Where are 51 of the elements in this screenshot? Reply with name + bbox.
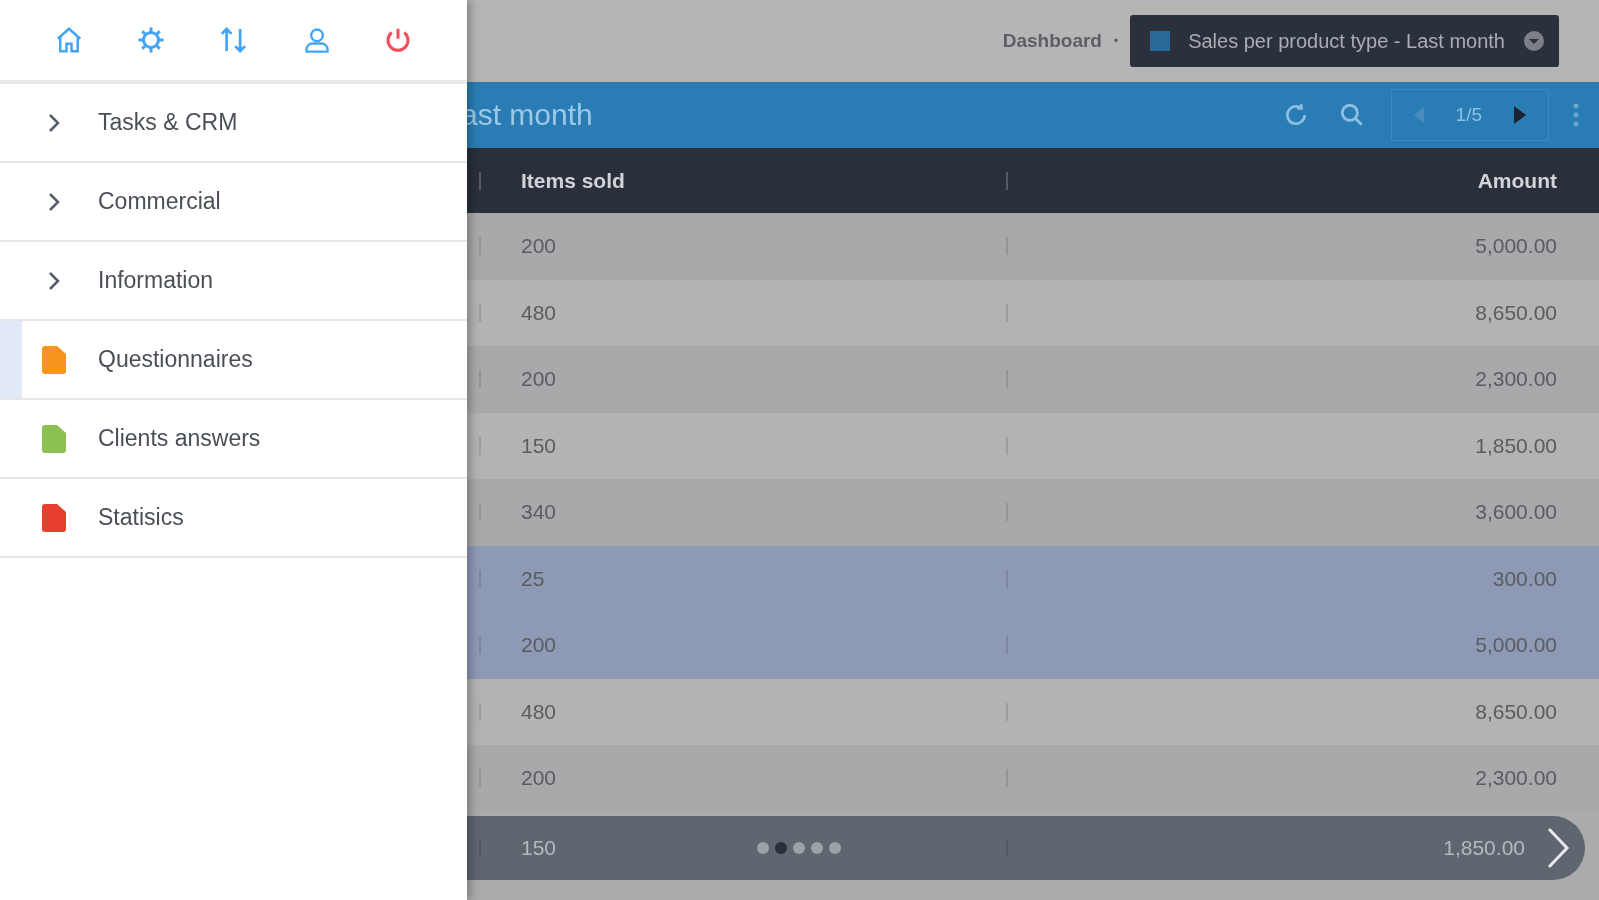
menu-item[interactable]: Questionnaires bbox=[0, 321, 467, 400]
table-cell: 1,850.00 bbox=[1475, 433, 1557, 457]
table-row[interactable]: 150 1,850.00 bbox=[467, 412, 1599, 479]
table-cell: 150 bbox=[521, 835, 557, 859]
dashboard-select[interactable]: Sales per product type - Last month bbox=[1130, 15, 1559, 67]
table-cell: 150 bbox=[521, 433, 557, 457]
user-icon[interactable] bbox=[302, 25, 331, 55]
pager-dot[interactable] bbox=[775, 841, 787, 854]
menu-item[interactable]: Clients answers bbox=[0, 400, 467, 479]
table-cell: 300.00 bbox=[1492, 566, 1557, 590]
table-cell: 5,000.00 bbox=[1475, 633, 1557, 657]
pager-dot[interactable] bbox=[793, 841, 805, 854]
column-header[interactable]: Items sold bbox=[521, 168, 625, 192]
next-icon[interactable] bbox=[1512, 104, 1528, 126]
table-cell: 480 bbox=[521, 300, 557, 324]
chevron-right-icon bbox=[47, 111, 61, 134]
pager-dot[interactable] bbox=[811, 841, 823, 854]
table-cell: 2,300.00 bbox=[1475, 766, 1557, 790]
table-cell: 3,600.00 bbox=[1475, 500, 1557, 524]
menu-item[interactable]: Statisics bbox=[0, 479, 467, 558]
table-row[interactable]: 480 8,650.00 bbox=[467, 678, 1599, 745]
table-cell: 25 bbox=[521, 566, 545, 590]
chevron-right-icon bbox=[47, 190, 61, 213]
search-icon[interactable] bbox=[1338, 102, 1365, 128]
breadcrumb-link[interactable]: Dashboard bbox=[1002, 30, 1102, 52]
table-row[interactable]: 480 8,650.00 bbox=[467, 279, 1599, 346]
table-cell: 200 bbox=[521, 367, 557, 391]
pager-dot[interactable] bbox=[829, 841, 841, 854]
table-cell: 8,650.00 bbox=[1475, 300, 1557, 324]
breadcrumb-separator: • bbox=[1113, 34, 1119, 48]
pager-dot[interactable] bbox=[757, 841, 769, 854]
table-cell: 2,300.00 bbox=[1475, 367, 1557, 391]
table-row[interactable]: 200 5,000.00 bbox=[467, 612, 1599, 679]
square-icon bbox=[1150, 31, 1171, 51]
more-icon[interactable] bbox=[1573, 103, 1579, 127]
settings-icon[interactable] bbox=[136, 25, 167, 55]
page-counter: 1/5 bbox=[1455, 104, 1482, 126]
table-cell: 5,000.00 bbox=[1475, 234, 1557, 258]
caret-icon bbox=[1523, 30, 1545, 52]
table-cell: 200 bbox=[521, 234, 557, 258]
table-row[interactable]: 25 300.00 bbox=[467, 545, 1599, 612]
pager-bar[interactable]: 150 1,850.00 bbox=[467, 815, 1585, 880]
table-cell: 1,850.00 bbox=[1443, 835, 1525, 859]
table-cell: 200 bbox=[521, 766, 557, 790]
chevron-right-icon bbox=[47, 269, 61, 292]
chevron-right-icon[interactable] bbox=[1545, 825, 1571, 870]
column-header[interactable]: Amount bbox=[1477, 168, 1557, 192]
table-cell: 200 bbox=[521, 633, 557, 657]
table-cell: 340 bbox=[521, 500, 557, 524]
table-cell: 480 bbox=[521, 699, 557, 723]
table-cell: 8,650.00 bbox=[1475, 699, 1557, 723]
